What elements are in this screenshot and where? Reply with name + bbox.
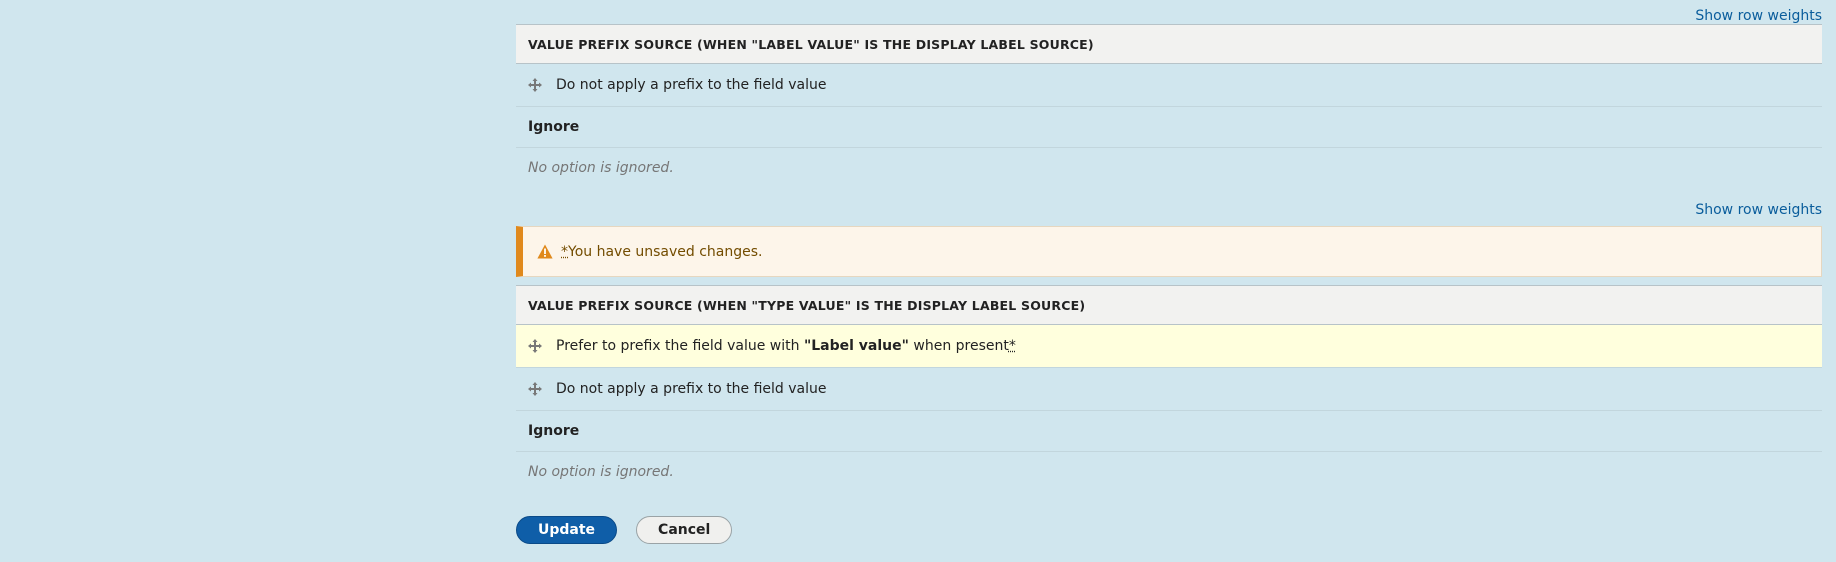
region-empty-message: No option is ignored. (516, 148, 1822, 188)
row-label-before: Prefer to prefix the field value with (556, 338, 804, 354)
warning-icon (537, 244, 553, 259)
region-title-ignore: Ignore (516, 411, 1822, 452)
table-header: VALUE PREFIX SOURCE (WHEN "TYPE VALUE" I… (516, 285, 1822, 325)
row-weights-toggle-wrap-2: Show row weights (516, 194, 1822, 218)
region-title-ignore: Ignore (516, 107, 1822, 148)
table-header: VALUE PREFIX SOURCE (WHEN "LABEL VALUE" … (516, 24, 1822, 64)
row-label-after: when present (908, 338, 1009, 354)
row-label: Do not apply a prefix to the field value (556, 381, 827, 397)
table-row-changed[interactable]: Prefer to prefix the field value with "L… (516, 325, 1822, 368)
region-empty-message: No option is ignored. (516, 452, 1822, 492)
tabledrag-table-type-value: VALUE PREFIX SOURCE (WHEN "TYPE VALUE" I… (516, 285, 1822, 492)
tabledrag-table-label-value: VALUE PREFIX SOURCE (WHEN "LABEL VALUE" … (516, 24, 1822, 188)
region-label: Ignore (528, 119, 580, 135)
warning-text: You have unsaved changes. (568, 243, 763, 260)
row-label: Do not apply a prefix to the field value (556, 77, 827, 93)
form-actions: Update Cancel (516, 516, 733, 544)
content-column: Show row weights VALUE PREFIX SOURCE (WH… (516, 0, 1822, 492)
row-label: Prefer to prefix the field value with "L… (556, 338, 1016, 354)
update-button[interactable]: Update (516, 516, 618, 544)
row-weights-toggle-wrap: Show row weights (516, 0, 1822, 24)
unsaved-changes-warning: * You have unsaved changes. (516, 226, 1822, 277)
table-header-title: VALUE PREFIX SOURCE (WHEN "TYPE VALUE" I… (528, 297, 1086, 313)
empty-text: No option is ignored. (528, 160, 674, 176)
drag-handle-icon[interactable] (528, 382, 542, 396)
region-label: Ignore (528, 423, 580, 439)
cancel-button[interactable]: Cancel (636, 516, 733, 544)
table-row[interactable]: Do not apply a prefix to the field value (516, 368, 1822, 411)
table-row[interactable]: Do not apply a prefix to the field value (516, 64, 1822, 107)
table-header-title: VALUE PREFIX SOURCE (WHEN "LABEL VALUE" … (528, 36, 1094, 52)
warning-star: * (561, 243, 568, 260)
changed-star: * (1008, 338, 1016, 354)
show-row-weights-link[interactable]: Show row weights (1695, 202, 1822, 218)
drag-handle-icon[interactable] (528, 78, 542, 92)
empty-text: No option is ignored. (528, 464, 674, 480)
row-label-bold: "Label value" (803, 338, 909, 354)
show-row-weights-link[interactable]: Show row weights (1695, 8, 1822, 24)
drag-handle-icon[interactable] (528, 339, 542, 353)
